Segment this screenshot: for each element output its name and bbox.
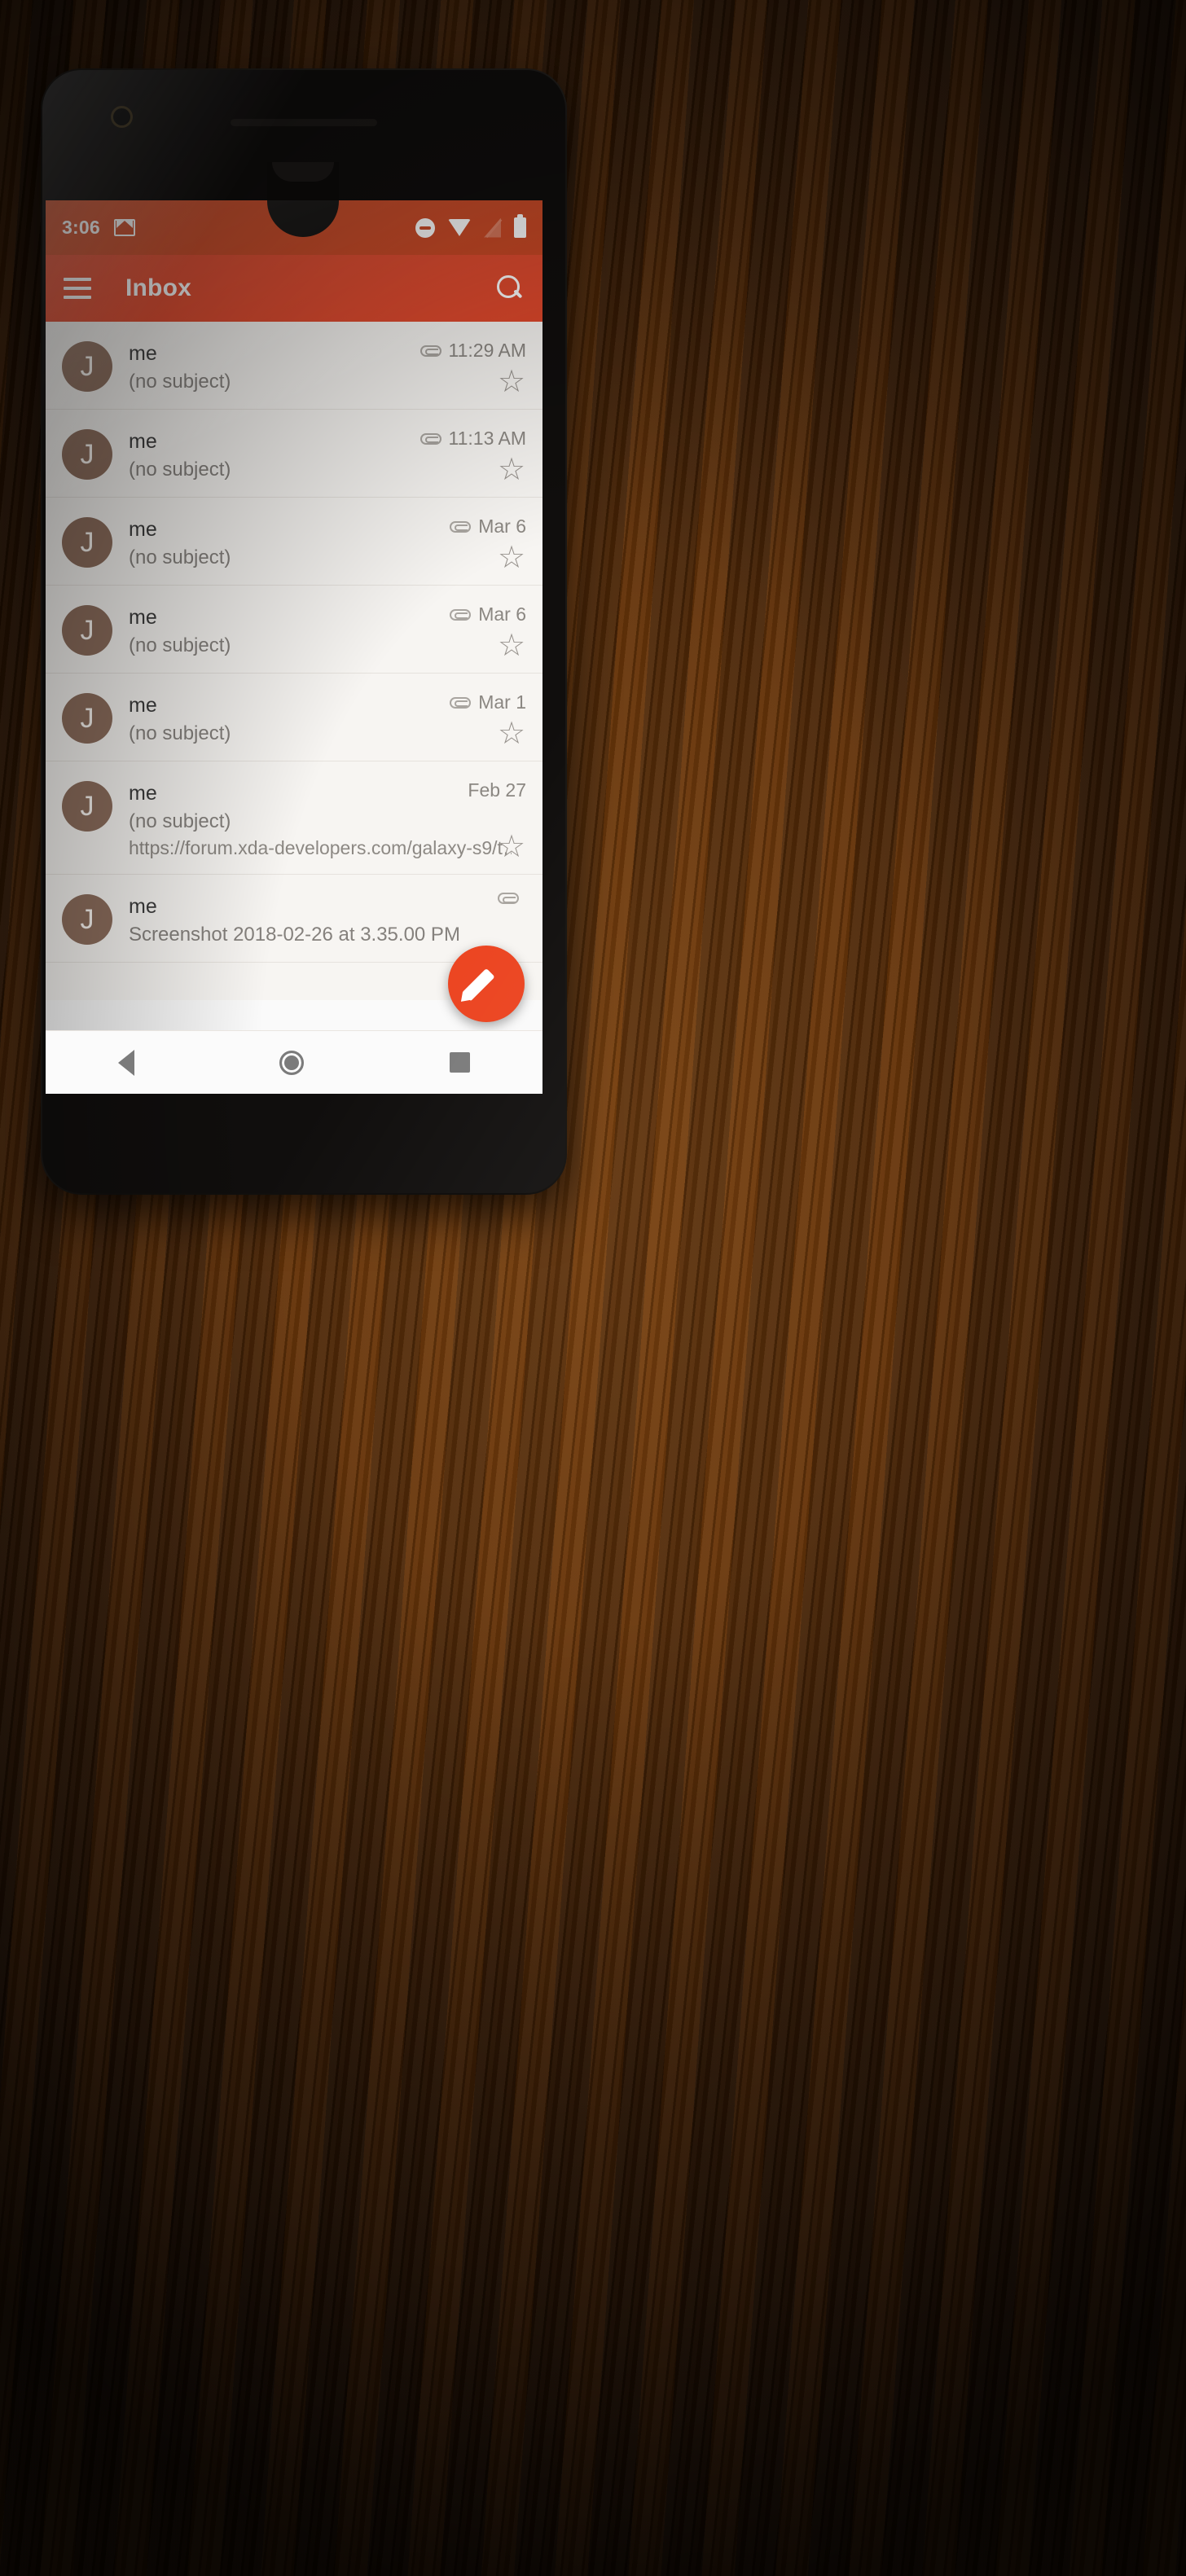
mail-meta: Mar 6 (450, 603, 526, 625)
compose-fab-button[interactable] (448, 946, 525, 1022)
mail-subject: (no subject) (129, 371, 231, 393)
app-bar: Inbox (46, 255, 542, 322)
battery-full-icon (514, 214, 526, 238)
avatar: J (62, 517, 112, 568)
avatar: J (62, 693, 112, 744)
star-icon[interactable]: ☆ (497, 366, 526, 397)
front-camera (113, 108, 130, 125)
mail-meta: Feb 27 (468, 779, 526, 801)
status-clock: 3:06 (62, 217, 100, 238)
hamburger-bar (64, 278, 91, 281)
star-icon[interactable]: ☆ (497, 542, 526, 573)
attachment-icon (419, 344, 441, 357)
star-icon[interactable]: ☆ (497, 832, 526, 862)
mail-content: me Screenshot 2018-02-26 at 3.35.00 PM (129, 893, 528, 949)
table-row[interactable]: J me (no subject) Mar 6 ☆ (46, 586, 542, 674)
mail-subject: Screenshot 2018-02-26 at 3.35.00 PM (129, 924, 460, 946)
do-not-disturb-icon (415, 217, 435, 238)
attachment-icon (450, 696, 472, 709)
earpiece-speaker (231, 119, 377, 126)
home-icon[interactable] (279, 1050, 305, 1075)
back-icon[interactable] (118, 1049, 135, 1076)
mail-meta: Mar 1 (450, 691, 526, 713)
attachment-icon (498, 893, 519, 905)
mail-meta: 11:29 AM (419, 340, 526, 362)
phone-screen: 3:06 Inbox J me (no subject) 11:29 AM ☆ … (46, 200, 542, 1094)
mail-subject: (no subject) (129, 634, 231, 656)
mail-list[interactable]: J me (no subject) 11:29 AM ☆ J me (no su… (46, 322, 542, 1000)
table-row[interactable]: J me (no subject) Mar 6 ☆ (46, 498, 542, 586)
table-row[interactable]: J me (no subject) https://forum.xda-deve… (46, 761, 542, 875)
star-icon[interactable]: ☆ (497, 718, 526, 749)
thumb-occlusion (267, 162, 339, 237)
mail-date: Mar 1 (478, 691, 526, 713)
gmail-notification-icon (113, 219, 135, 236)
mail-date: Mar 6 (478, 603, 526, 625)
hamburger-bar (64, 296, 91, 299)
search-icon[interactable] (495, 274, 525, 303)
star-icon[interactable]: ☆ (497, 630, 526, 661)
mail-date: Feb 27 (468, 779, 526, 801)
mail-date: 11:29 AM (448, 340, 526, 361)
hamburger-bar (64, 287, 91, 290)
android-navigation-bar (46, 1030, 542, 1094)
avatar: J (62, 429, 112, 480)
wifi-icon (448, 219, 471, 236)
phone-device: 3:06 Inbox J me (no subject) 11:29 AM ☆ … (42, 70, 565, 1193)
star-icon[interactable]: ☆ (497, 454, 526, 485)
mail-meta: Mar 6 (450, 516, 526, 538)
table-row[interactable]: J me (no subject) 11:29 AM ☆ (46, 322, 542, 410)
page-title: Inbox (125, 274, 191, 301)
hamburger-menu-icon[interactable] (64, 278, 91, 299)
table-row[interactable]: J me (no subject) 11:13 AM ☆ (46, 410, 542, 498)
attachment-icon (450, 608, 472, 621)
attachment-icon (419, 432, 441, 445)
attachment-icon (450, 520, 472, 533)
mail-subject: (no subject) (129, 810, 231, 832)
avatar: J (62, 781, 112, 832)
mail-meta: 11:13 AM (419, 428, 526, 450)
mail-date: 11:13 AM (448, 428, 526, 449)
mail-subject: (no subject) (129, 459, 231, 481)
mail-subject: (no subject) (129, 722, 231, 744)
avatar: J (62, 605, 112, 656)
status-bar-right (415, 214, 526, 238)
recents-icon[interactable] (449, 1052, 470, 1073)
avatar: J (62, 341, 112, 392)
mail-date: Mar 6 (478, 516, 526, 537)
compose-pencil-icon (462, 968, 495, 1002)
table-row[interactable]: J me (no subject) Mar 1 ☆ (46, 674, 542, 761)
mail-snippet: https://forum.xda-developers.com/galaxy-… (129, 837, 512, 859)
mail-subject: (no subject) (129, 546, 231, 568)
status-bar-left: 3:06 (62, 217, 135, 239)
avatar: J (62, 894, 112, 946)
mail-sender: me (129, 895, 157, 919)
no-signal-icon (484, 218, 501, 238)
mail-meta (498, 893, 526, 905)
